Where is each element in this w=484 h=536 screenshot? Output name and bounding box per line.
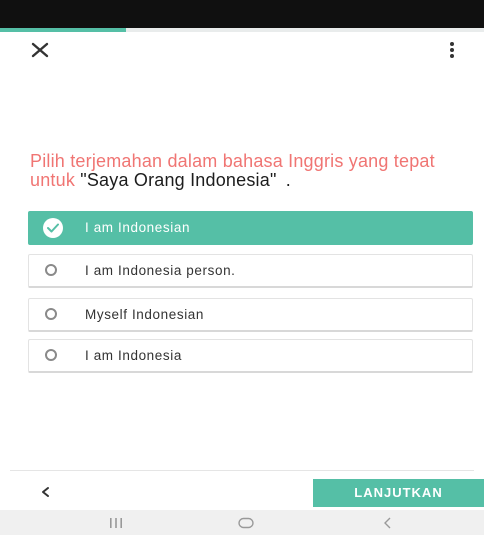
recents-icon[interactable] bbox=[106, 515, 126, 531]
close-icon[interactable] bbox=[28, 38, 52, 62]
progress-bar-fill bbox=[0, 28, 126, 32]
answer-option[interactable]: I am Indonesia person. bbox=[28, 254, 473, 288]
check-circle-icon bbox=[43, 218, 63, 238]
answer-option[interactable]: I am Indonesia bbox=[28, 339, 473, 373]
more-vertical-icon[interactable] bbox=[444, 38, 460, 62]
radio-icon bbox=[45, 264, 57, 276]
radio-icon bbox=[45, 349, 57, 361]
footer-divider bbox=[10, 470, 474, 471]
chevron-left-icon[interactable] bbox=[36, 482, 56, 502]
answer-option[interactable]: Myself Indonesian bbox=[28, 298, 473, 332]
question-text: Pilih terjemahan dalam bahasa Inggris ya… bbox=[30, 152, 470, 190]
answer-option-label: I am Indonesian bbox=[85, 220, 191, 235]
question-trailing: . bbox=[285, 170, 291, 190]
progress-bar bbox=[0, 28, 484, 32]
answer-option-label: Myself Indonesian bbox=[85, 307, 205, 322]
answer-option[interactable]: I am Indonesian bbox=[28, 211, 473, 245]
back-icon[interactable] bbox=[378, 515, 398, 531]
home-icon[interactable] bbox=[236, 515, 256, 531]
question-phrase: "Saya Orang Indonesia" bbox=[80, 170, 277, 190]
continue-button[interactable]: LANJUTKAN bbox=[313, 479, 484, 507]
status-bar bbox=[0, 0, 484, 28]
answer-option-label: I am Indonesia person. bbox=[85, 263, 236, 278]
radio-icon bbox=[45, 308, 57, 320]
system-nav-bar bbox=[0, 510, 484, 535]
answer-option-label: I am Indonesia bbox=[85, 348, 182, 363]
